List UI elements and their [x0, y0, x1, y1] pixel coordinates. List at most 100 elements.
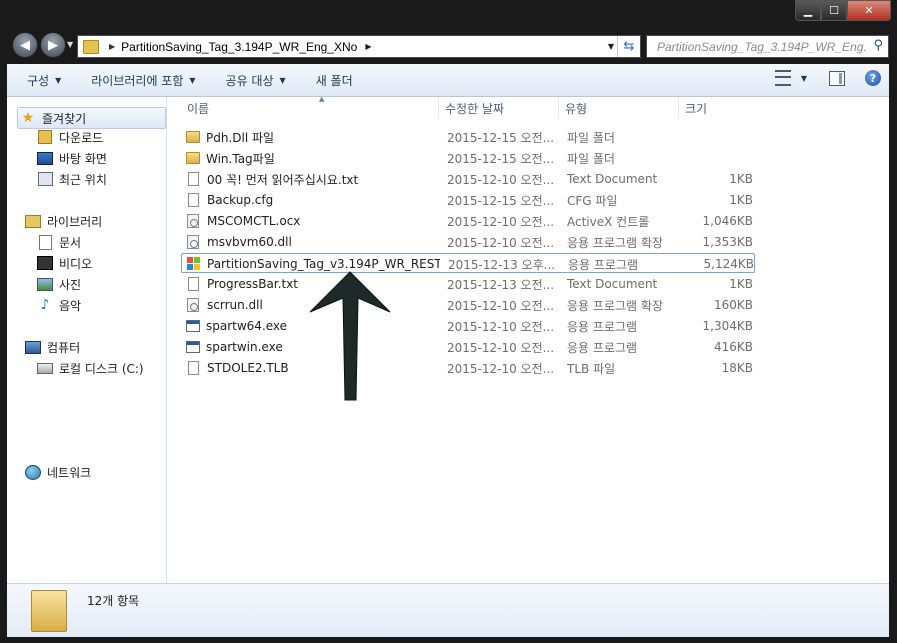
- folder-icon: [186, 131, 200, 143]
- file-name-cell[interactable]: Pdh.Dll 파일: [181, 127, 439, 147]
- file-size-cell: 1,304KB: [702, 319, 753, 333]
- file-name-cell[interactable]: spartw64.exe: [181, 316, 439, 336]
- table-row[interactable]: spartwin.exe 2015-12-10 오전... 응용 프로그램 416KB: [181, 337, 755, 357]
- new-folder-button[interactable]: 새 폴더: [316, 72, 353, 89]
- dll-file-icon: [187, 214, 199, 228]
- file-size-cell: 1,353KB: [702, 235, 753, 249]
- file-name-cell[interactable]: Win.Tag파일: [181, 148, 439, 168]
- include-in-library-menu[interactable]: 라이브러리에 포함 ▼: [91, 72, 195, 89]
- sidebar-item-network[interactable]: 네트워크: [25, 462, 91, 482]
- table-row[interactable]: Backup.cfg 2015-12-15 오전... CFG 파일 1KB: [181, 190, 755, 210]
- file-size-cell: 18KB: [721, 361, 753, 375]
- file-size-cell: 416KB: [713, 340, 753, 354]
- chevron-down-icon: ▼: [279, 75, 286, 85]
- column-header-type[interactable]: 유형: [559, 97, 679, 119]
- sidebar-item-favorites[interactable]: ★ 즐겨찾기: [17, 107, 166, 129]
- table-row[interactable]: MSCOMCTL.ocx 2015-12-10 오전... ActiveX 컨트롤 1…: [181, 211, 755, 231]
- navigation-pane: ★ 즐겨찾기 다운로드 바탕 화면 최근 위치 라이브러리 문서 비디오 사진 …: [7, 97, 167, 583]
- breadcrumb-chevron-icon[interactable]: ▶: [109, 42, 115, 51]
- help-icon[interactable]: ?: [865, 70, 881, 86]
- file-date-cell: 2015-12-10 오전...: [447, 298, 555, 313]
- sidebar-item-desktop[interactable]: 바탕 화면: [37, 148, 107, 168]
- file-size-cell: 160KB: [713, 298, 753, 312]
- column-header-label: 크기: [685, 101, 708, 116]
- file-date-cell: 2015-12-13 오전...: [447, 277, 555, 292]
- file-name-cell[interactable]: ProgressBar.txt: [181, 274, 439, 294]
- sidebar-item-videos[interactable]: 비디오: [37, 253, 92, 273]
- file-name-cell[interactable]: spartwin.exe: [181, 337, 439, 357]
- downloads-icon: [37, 130, 53, 144]
- sidebar-item-computer[interactable]: 컴퓨터: [25, 337, 80, 357]
- sidebar-item-documents[interactable]: 문서: [37, 232, 81, 252]
- file-type-cell: Text Document: [567, 172, 658, 186]
- text-file-icon: [188, 193, 199, 207]
- file-type-cell: CFG 파일: [567, 193, 618, 208]
- column-header-size[interactable]: 크기: [679, 97, 759, 119]
- maximize-icon: ☐: [829, 4, 839, 17]
- search-box[interactable]: PartitionSaving_Tag_3.194P_WR_Eng... ⚲: [646, 35, 889, 58]
- preview-pane-icon[interactable]: [829, 70, 845, 86]
- table-row[interactable]: Pdh.Dll 파일 2015-12-15 오전... 파일 폴더: [181, 127, 755, 147]
- table-row[interactable]: PartitionSaving_Tag_v3.194P_WR_RESTA... 2…: [181, 253, 755, 273]
- table-row[interactable]: Win.Tag파일 2015-12-15 오전... 파일 폴더: [181, 148, 755, 168]
- sidebar-item-label: 비디오: [59, 256, 93, 271]
- address-bar[interactable]: ▶ PartitionSaving_Tag_3.194P_WR_Eng_XNo …: [77, 35, 641, 58]
- file-name-cell[interactable]: PartitionSaving_Tag_v3.194P_WR_RESTA...: [182, 254, 440, 274]
- maximize-button[interactable]: ☐: [821, 0, 847, 21]
- file-name-cell[interactable]: 00 꼭! 먼저 읽어주십시요.txt: [181, 169, 439, 189]
- table-row[interactable]: msvbvm60.dll 2015-12-10 오전... 응용 프로그램 확장 1,…: [181, 232, 755, 252]
- back-button[interactable]: ◀: [12, 32, 38, 58]
- forward-button[interactable]: ▶: [40, 32, 66, 58]
- sidebar-item-pictures[interactable]: 사진: [37, 274, 81, 294]
- organize-menu[interactable]: 구성 ▼: [27, 72, 61, 89]
- file-name-cell[interactable]: scrrun.dll: [181, 295, 439, 315]
- file-name-label: STDOLE2.TLB: [207, 361, 289, 375]
- column-header-date[interactable]: 수정한 날짜: [439, 97, 559, 119]
- forward-arrow-icon: ▶: [48, 37, 58, 53]
- share-with-menu[interactable]: 공유 대상 ▼: [226, 72, 286, 89]
- sidebar-item-downloads[interactable]: 다운로드: [37, 127, 103, 147]
- file-name-label: Win.Tag파일: [206, 151, 275, 166]
- view-options-dropdown-icon[interactable]: ▼: [801, 74, 807, 83]
- file-name-cell[interactable]: msvbvm60.dll: [181, 232, 439, 252]
- sidebar-item-label: 네트워크: [47, 465, 92, 480]
- table-row[interactable]: ProgressBar.txt 2015-12-13 오전... Text Docu…: [181, 274, 755, 294]
- recent-pages-dropdown[interactable]: ▼: [67, 40, 73, 49]
- file-date-cell: 2015-12-10 오전...: [447, 319, 555, 334]
- navigation-row: ◀ ▶ ▼ ▶ PartitionSaving_Tag_3.194P_WR_En…: [0, 26, 897, 64]
- file-date-cell: 2015-12-15 오전...: [447, 193, 555, 208]
- sidebar-item-libraries[interactable]: 라이브러리: [25, 211, 102, 231]
- search-input[interactable]: PartitionSaving_Tag_3.194P_WR_Eng...: [657, 40, 867, 54]
- network-icon: [25, 464, 41, 480]
- explorer-window: ▁ ☐ ✕ ◀ ▶ ▼ ▶ PartitionSaving_Tag_3.194P…: [0, 0, 897, 643]
- column-header-label: 수정한 날짜: [445, 101, 505, 116]
- column-header-name[interactable]: ▲ 이름: [181, 95, 439, 119]
- sidebar-item-recent-places[interactable]: 최근 위치: [37, 169, 107, 189]
- libraries-icon: [25, 214, 41, 228]
- file-type-cell: 파일 폴더: [567, 151, 615, 166]
- search-icon[interactable]: ⚲: [873, 38, 883, 53]
- breadcrumb-path[interactable]: PartitionSaving_Tag_3.194P_WR_Eng_XNo: [121, 40, 357, 54]
- refresh-button[interactable]: ⇆: [617, 36, 640, 57]
- sort-ascending-icon: ▲: [319, 95, 325, 103]
- file-type-cell: 응용 프로그램: [567, 340, 638, 355]
- file-name-cell[interactable]: MSCOMCTL.ocx: [181, 211, 439, 231]
- close-button[interactable]: ✕: [847, 0, 891, 21]
- file-name-cell[interactable]: STDOLE2.TLB: [181, 358, 439, 378]
- file-type-cell: 응용 프로그램 확장: [567, 235, 663, 250]
- table-row[interactable]: 00 꼭! 먼저 읽어주십시요.txt 2015-12-10 오전... Text …: [181, 169, 755, 189]
- file-date-cell: 2015-12-10 오전...: [447, 235, 555, 250]
- exe-file-icon: [186, 320, 200, 332]
- file-name-cell[interactable]: Backup.cfg: [181, 190, 439, 210]
- sidebar-item-music[interactable]: ♪ 음악: [37, 295, 82, 315]
- address-dropdown-icon[interactable]: ▼: [608, 42, 614, 51]
- sidebar-item-local-disk[interactable]: 로컬 디스크 (C:): [37, 358, 144, 378]
- minimize-button[interactable]: ▁: [795, 0, 821, 21]
- table-row[interactable]: STDOLE2.TLB 2015-12-10 오전... TLB 파일 18KB: [181, 358, 755, 378]
- table-row[interactable]: spartw64.exe 2015-12-10 오전... 응용 프로그램 1,304…: [181, 316, 755, 336]
- breadcrumb-chevron-icon[interactable]: ▶: [365, 42, 371, 51]
- folder-icon: [31, 590, 67, 632]
- table-row[interactable]: scrrun.dll 2015-12-10 오전... 응용 프로그램 확장 160K…: [181, 295, 755, 315]
- music-icon: ♪: [40, 297, 50, 313]
- change-view-icon[interactable]: [774, 70, 791, 86]
